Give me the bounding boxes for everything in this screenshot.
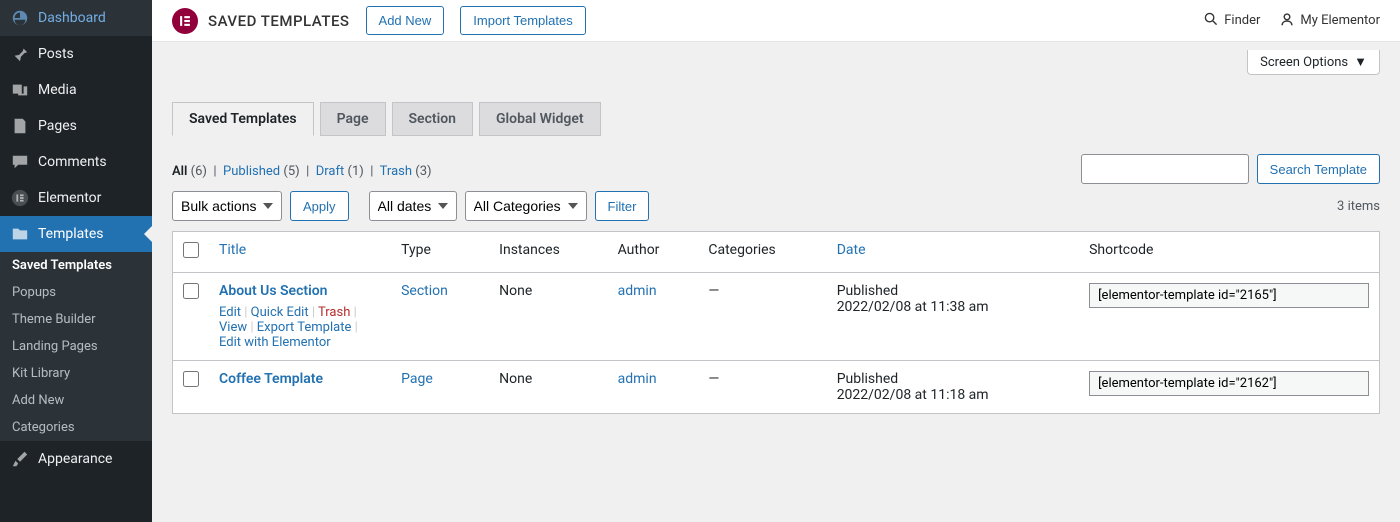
sidebar-label: Media xyxy=(38,82,77,98)
filter-published[interactable]: Published xyxy=(223,164,280,179)
filter-all[interactable]: All xyxy=(172,164,187,179)
sidebar-item-comments[interactable]: Comments xyxy=(0,144,152,180)
sidebar-item-pages[interactable]: Pages xyxy=(0,108,152,144)
col-date[interactable]: Date xyxy=(827,232,1079,273)
templates-table: Title Type Instances Author Categories D… xyxy=(172,231,1380,414)
sub-add-new[interactable]: Add New xyxy=(0,387,152,414)
categories-select[interactable]: All Categories xyxy=(465,191,587,221)
action-trash[interactable]: Trash xyxy=(318,305,350,320)
action-export[interactable]: Export Template xyxy=(257,320,352,335)
sidebar-item-appearance[interactable]: Appearance xyxy=(0,441,152,477)
dashboard-icon xyxy=(10,8,30,28)
sub-popups[interactable]: Popups xyxy=(0,279,152,306)
sub-categories[interactable]: Categories xyxy=(0,414,152,441)
brush-icon xyxy=(10,449,30,469)
shortcode-field[interactable] xyxy=(1089,283,1369,308)
action-quick-edit[interactable]: Quick Edit xyxy=(251,305,309,320)
template-instances: None xyxy=(489,361,607,414)
filter-trash[interactable]: Trash xyxy=(380,164,412,179)
chevron-down-icon: ▼ xyxy=(1354,54,1367,70)
tab-page[interactable]: Page xyxy=(320,102,386,136)
comments-icon xyxy=(10,152,30,172)
pages-icon xyxy=(10,116,30,136)
sidebar-label: Dashboard xyxy=(38,10,106,26)
filter-draft[interactable]: Draft xyxy=(316,164,345,179)
template-categories: — xyxy=(698,273,826,361)
elementor-icon xyxy=(10,188,30,208)
col-shortcode: Shortcode xyxy=(1079,232,1379,273)
row-actions: Edit | Quick Edit | Trash | View | Expor… xyxy=(219,305,381,350)
sub-kit-library[interactable]: Kit Library xyxy=(0,360,152,387)
sub-saved-templates[interactable]: Saved Templates xyxy=(0,252,152,279)
apply-button[interactable]: Apply xyxy=(290,191,349,221)
filter-button[interactable]: Filter xyxy=(595,191,650,221)
row-checkbox[interactable] xyxy=(183,371,199,387)
template-tabs: Saved Templates Page Section Global Widg… xyxy=(172,102,1380,136)
template-date: Published 2022/02/08 at 11:18 am xyxy=(827,361,1079,414)
tab-saved-templates[interactable]: Saved Templates xyxy=(172,102,314,136)
sidebar-label: Elementor xyxy=(38,190,101,206)
screen-options-toggle[interactable]: Screen Options ▼ xyxy=(1247,50,1380,75)
col-categories: Categories xyxy=(698,232,826,273)
col-instances: Instances xyxy=(489,232,607,273)
template-type-link[interactable]: Page xyxy=(401,371,433,387)
sidebar-label: Appearance xyxy=(38,451,112,467)
add-new-button[interactable]: Add New xyxy=(366,6,445,35)
col-title[interactable]: Title xyxy=(209,232,391,273)
template-title-link[interactable]: About Us Section xyxy=(219,283,327,299)
user-icon xyxy=(1280,12,1294,30)
shortcode-field[interactable] xyxy=(1089,371,1369,396)
page-title: SAVED TEMPLATES xyxy=(208,12,350,30)
col-type: Type xyxy=(391,232,489,273)
template-author-link[interactable]: admin xyxy=(618,371,657,387)
template-author-link[interactable]: admin xyxy=(618,283,657,299)
items-count: 3 items xyxy=(1337,199,1380,214)
sub-theme-builder[interactable]: Theme Builder xyxy=(0,306,152,333)
sidebar-label: Pages xyxy=(38,118,77,134)
template-instances: None xyxy=(489,273,607,361)
row-checkbox[interactable] xyxy=(183,283,199,299)
table-row: About Us Section Edit | Quick Edit | Tra… xyxy=(173,273,1380,361)
sidebar-label: Posts xyxy=(38,46,74,62)
table-row: Coffee Template Page None admin — Publis… xyxy=(173,361,1380,414)
my-elementor-link[interactable]: My Elementor xyxy=(1280,12,1380,30)
finder-link[interactable]: Finder xyxy=(1204,12,1260,30)
template-type-link[interactable]: Section xyxy=(401,283,448,299)
action-edit-with-elementor[interactable]: Edit with Elementor xyxy=(219,335,331,350)
sidebar-item-templates[interactable]: Templates xyxy=(0,216,152,252)
action-view[interactable]: View xyxy=(219,320,247,335)
sidebar-item-dashboard[interactable]: Dashboard xyxy=(0,0,152,36)
sidebar-submenu: Saved Templates Popups Theme Builder Lan… xyxy=(0,252,152,441)
template-categories: — xyxy=(698,361,826,414)
page-header: SAVED TEMPLATES Add New Import Templates… xyxy=(152,0,1400,42)
search-input[interactable] xyxy=(1081,154,1249,184)
folder-icon xyxy=(10,224,30,244)
sidebar-item-elementor[interactable]: Elementor xyxy=(0,180,152,216)
sub-landing-pages[interactable]: Landing Pages xyxy=(0,333,152,360)
elementor-logo-icon xyxy=(172,8,198,34)
media-icon xyxy=(10,80,30,100)
sidebar-label: Comments xyxy=(38,154,107,170)
pin-icon xyxy=(10,44,30,64)
tab-section[interactable]: Section xyxy=(392,102,473,136)
template-title-link[interactable]: Coffee Template xyxy=(219,371,323,387)
tab-global-widget[interactable]: Global Widget xyxy=(479,102,601,136)
import-templates-button[interactable]: Import Templates xyxy=(460,6,585,35)
search-template-button[interactable]: Search Template xyxy=(1257,154,1380,184)
sidebar-item-posts[interactable]: Posts xyxy=(0,36,152,72)
sidebar-item-media[interactable]: Media xyxy=(0,72,152,108)
search-icon xyxy=(1204,12,1218,30)
sidebar-label: Templates xyxy=(38,226,104,242)
admin-sidebar: Dashboard Posts Media Pages Comments xyxy=(0,0,152,522)
select-all-checkbox[interactable] xyxy=(183,242,199,258)
dates-select[interactable]: All dates xyxy=(369,191,457,221)
bulk-actions-select[interactable]: Bulk actions xyxy=(172,191,282,221)
action-edit[interactable]: Edit xyxy=(219,305,241,320)
col-author: Author xyxy=(608,232,699,273)
template-date: Published 2022/02/08 at 11:38 am xyxy=(827,273,1079,361)
